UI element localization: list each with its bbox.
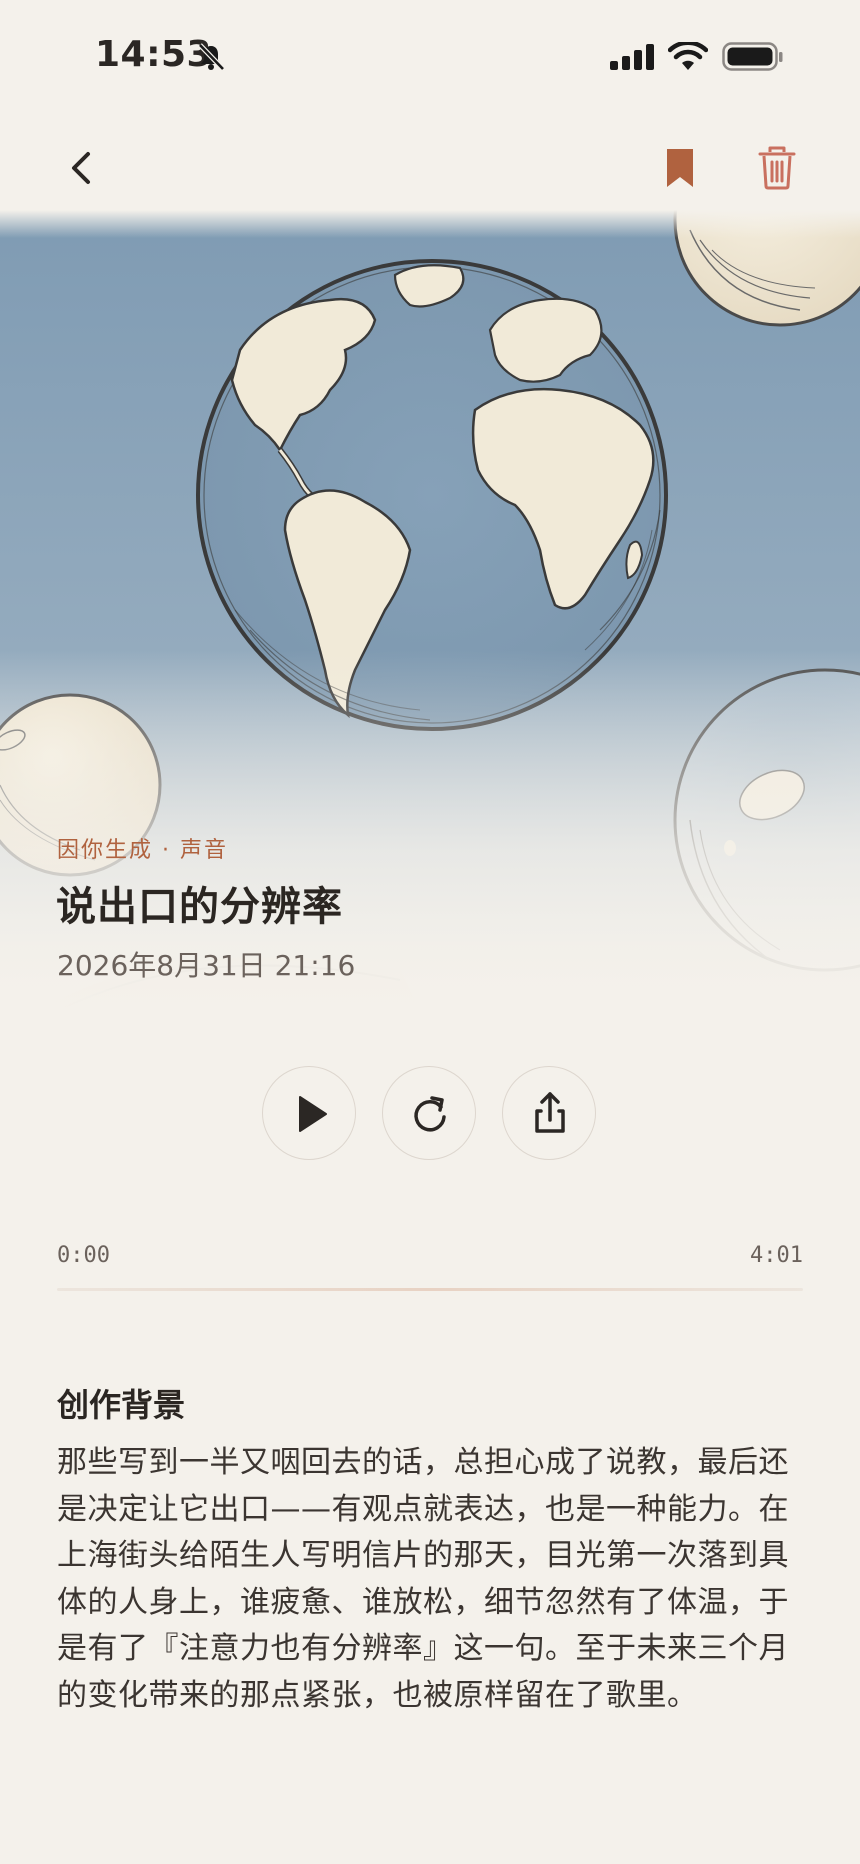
replay-button[interactable] xyxy=(382,1066,476,1160)
back-button[interactable] xyxy=(60,146,104,190)
status-time: 14:53 xyxy=(95,34,213,75)
bookmark-icon xyxy=(667,149,693,187)
player-controls xyxy=(0,1066,860,1166)
bookmark-button[interactable] xyxy=(660,146,700,190)
navigation-bar xyxy=(0,130,860,210)
current-time: 0:00 xyxy=(57,1243,110,1268)
chevron-left-icon xyxy=(72,152,90,184)
battery-icon xyxy=(722,42,784,76)
bell-slash-icon xyxy=(196,42,226,76)
share-button[interactable] xyxy=(502,1066,596,1160)
section-heading: 创作背景 xyxy=(57,1386,186,1424)
replay-icon xyxy=(414,1096,446,1132)
duration: 4:01 xyxy=(750,1243,803,1268)
background-text: 那些写到一半又咽回去的话，总担心成了说教，最后还是决定让它出口——有观点就表达，… xyxy=(57,1445,789,1713)
created-date: 2026年8月31日 21:16 xyxy=(57,949,356,982)
share-icon xyxy=(535,1092,565,1133)
wifi-icon xyxy=(667,40,709,76)
status-bar: 14:53 xyxy=(0,0,860,110)
progress-bar[interactable] xyxy=(57,1288,803,1291)
play-button[interactable] xyxy=(262,1066,356,1160)
signal-icon xyxy=(610,44,656,74)
play-icon xyxy=(299,1096,327,1132)
page-title: 说出口的分辨率 xyxy=(56,884,343,930)
trash-icon xyxy=(758,146,796,190)
category-label: 因你生成 · 声音 xyxy=(57,838,228,863)
delete-button[interactable] xyxy=(755,144,799,192)
